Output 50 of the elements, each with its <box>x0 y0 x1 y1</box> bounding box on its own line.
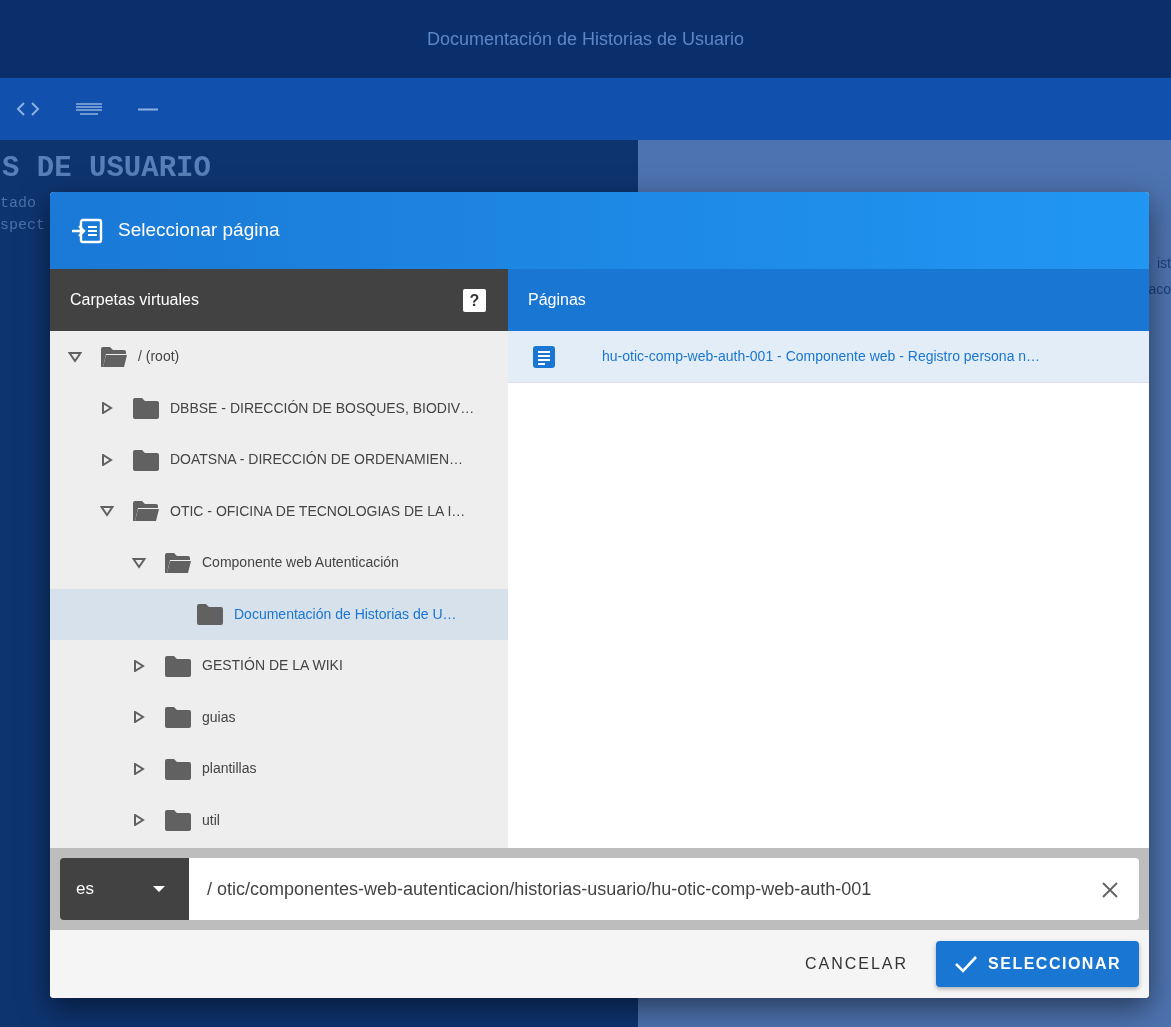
folder-icon <box>164 809 192 832</box>
caret-icon <box>153 886 165 892</box>
dialog-title: Seleccionar página <box>118 218 280 243</box>
dash-icon[interactable] <box>138 107 158 111</box>
open-folder-icon <box>132 500 160 523</box>
locale-dropdown[interactable]: es <box>60 858 189 920</box>
check-icon <box>954 954 979 974</box>
page-select-icon <box>70 217 104 244</box>
tree-item[interactable]: Documentación de Historias de U… <box>50 588 508 640</box>
tree-item[interactable]: DOATSNA - DIRECCIÓN DE ORDENAMIEN… <box>50 434 508 486</box>
tree-item[interactable]: guias <box>50 691 508 743</box>
path-field[interactable]: / otic/componentes-web-autenticacion/historias-usuario/hu-otic-comp-web-auth-001 <box>205 874 1097 904</box>
expand-toggle-icon[interactable] <box>132 762 146 775</box>
path-field[interactable]: / otic/componentes-web-autenticacion/historias-usuario/hu-otic-comp-web-auth-001 <box>189 858 1139 920</box>
page-heading: S DE USUARIO <box>2 152 212 187</box>
pane-header: Páginas <box>528 290 586 310</box>
folder-icon <box>132 448 160 471</box>
body-text: spect <box>0 215 45 236</box>
select-button[interactable]: SELECCIONAR <box>936 941 1139 987</box>
app-title: Documentación de Historias de Usuario <box>426 27 745 51</box>
folder-icon <box>196 603 224 626</box>
page-item[interactable]: hu-otic-comp-web-auth-001 - Componente web - Registro persona n… <box>508 331 1149 383</box>
expand-toggle-icon[interactable] <box>132 659 146 672</box>
folder-icon <box>164 757 192 780</box>
document-icon <box>532 344 556 369</box>
tree-item[interactable]: OTIC - OFICINA DE TECNOLOGIAS DE LA I… <box>50 485 508 537</box>
pane-header: Carpetas virtuales <box>70 290 199 310</box>
cancel-button[interactable]: CANCELAR <box>794 944 919 984</box>
expand-toggle-icon[interactable] <box>100 453 114 466</box>
folder-icon <box>164 654 192 677</box>
tree-item[interactable]: util <box>50 794 508 846</box>
tree-item[interactable]: GESTIÓN DE LA WIKI <box>50 640 508 692</box>
collapse-toggle-icon[interactable] <box>132 556 146 569</box>
folder-icon <box>164 706 192 729</box>
open-folder-icon <box>100 345 128 368</box>
code-icon[interactable] <box>16 102 40 116</box>
expand-toggle-icon[interactable] <box>100 402 114 415</box>
expand-toggle-icon[interactable] <box>132 711 146 724</box>
tree-item[interactable]: plantillas <box>50 743 508 795</box>
body-text: tado <box>0 193 36 214</box>
open-folder-icon <box>164 551 192 574</box>
help-icon[interactable]: ? <box>463 288 486 312</box>
folder-icon <box>132 397 160 420</box>
tree-item[interactable]: Componente web Autenticación <box>50 537 508 589</box>
collapse-toggle-icon[interactable] <box>68 350 82 363</box>
expand-toggle-icon[interactable] <box>132 814 146 827</box>
tree-item[interactable]: DBBSE - DIRECCIÓN DE BOSQUES, BIODIV… <box>50 382 508 434</box>
tree-item[interactable]: / (root) <box>50 331 508 383</box>
horizontal-rule-lines-icon[interactable] <box>76 103 102 115</box>
collapse-toggle-icon[interactable] <box>100 505 114 518</box>
